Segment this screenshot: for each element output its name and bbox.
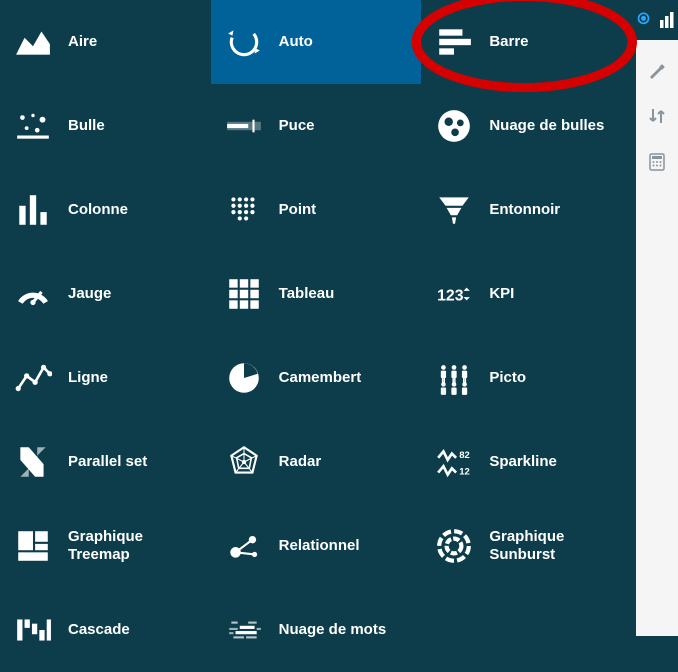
chart-option-label: Radar (279, 453, 322, 471)
chart-option-label: Puce (279, 117, 315, 135)
chart-option-label: Ligne (68, 369, 108, 387)
chart-option-entonnoir[interactable]: Entonnoir (421, 168, 632, 252)
chart-option-sparkline[interactable]: Sparkline (421, 420, 632, 504)
chart-option-tableau[interactable]: Tableau (211, 252, 422, 336)
chart-option-camembert[interactable]: Camembert (211, 336, 422, 420)
chart-option-label: Tableau (279, 285, 335, 303)
rail-top-indicator (636, 0, 678, 40)
chart-option-parallel-set[interactable]: Parallel set (0, 420, 211, 504)
chart-option-nuage-mots[interactable]: Nuage de mots (211, 588, 422, 672)
parallel-set-icon (12, 441, 54, 483)
bubble-icon (12, 105, 54, 147)
treemap-icon (12, 525, 54, 567)
chart-option-label: Nuage de mots (279, 621, 387, 639)
bullet-icon (223, 105, 265, 147)
chart-option-aire[interactable]: Aire (0, 0, 211, 84)
packed-bubble-icon (433, 105, 475, 147)
grid-icon (223, 273, 265, 315)
chart-option-relationnel[interactable]: Relationnel (211, 504, 422, 588)
gauge-icon (12, 273, 54, 315)
chart-option-ligne[interactable]: Ligne (0, 336, 211, 420)
chart-option-label: Point (279, 201, 317, 219)
right-side-rail (636, 0, 678, 636)
chart-rail-icon[interactable] (658, 10, 678, 30)
chart-option-label: Jauge (68, 285, 111, 303)
wordcloud-icon (223, 609, 265, 651)
relational-icon (223, 525, 265, 567)
bar-icon (433, 21, 475, 63)
chart-option-label: Barre (489, 33, 528, 51)
funnel-icon (433, 189, 475, 231)
chart-type-grid: Aire Auto Barre Bulle Puce Nuage de bulles Col… (0, 0, 636, 636)
chart-option-label: Graphique Sunburst (489, 528, 620, 564)
chart-option-sunburst[interactable]: Graphique Sunburst (421, 504, 632, 588)
chart-option-kpi[interactable]: KPI (421, 252, 632, 336)
sort-rail-icon[interactable] (647, 106, 667, 126)
chart-option-label: Relationnel (279, 537, 360, 555)
chart-option-barre[interactable]: Barre (421, 0, 632, 84)
chart-option-point[interactable]: Point (211, 168, 422, 252)
dot-icon (223, 189, 265, 231)
brush-rail-icon[interactable] (647, 60, 667, 80)
chart-option-colonne[interactable]: Colonne (0, 168, 211, 252)
chart-option-cascade[interactable]: Cascade (0, 588, 211, 672)
chart-option-puce[interactable]: Puce (211, 84, 422, 168)
chart-option-radar[interactable]: Radar (211, 420, 422, 504)
chart-option-label: Bulle (68, 117, 105, 135)
chart-option-label: Nuage de bulles (489, 117, 604, 135)
kpi-icon (433, 273, 475, 315)
chart-option-label: Cascade (68, 621, 130, 639)
chart-option-label: Graphique Treemap (68, 528, 199, 564)
chart-option-label: Sparkline (489, 453, 557, 471)
chart-option-label: Auto (279, 33, 313, 51)
chart-option-auto[interactable]: Auto (211, 0, 422, 84)
chart-option-nuage-bulles[interactable]: Nuage de bulles (421, 84, 632, 168)
column-icon (12, 189, 54, 231)
chart-option-label: Colonne (68, 201, 128, 219)
chart-option-label: Aire (68, 33, 97, 51)
chart-option-label: Picto (489, 369, 526, 387)
sunburst-icon (433, 525, 475, 567)
chart-option-bulle[interactable]: Bulle (0, 84, 211, 168)
auto-icon (223, 21, 265, 63)
chart-option-label: Parallel set (68, 453, 147, 471)
chart-option-treemap[interactable]: Graphique Treemap (0, 504, 211, 588)
area-icon (12, 21, 54, 63)
line-icon (12, 357, 54, 399)
pie-icon (223, 357, 265, 399)
chart-option-picto[interactable]: Picto (421, 336, 632, 420)
chart-option-label: KPI (489, 285, 514, 303)
picto-icon (433, 357, 475, 399)
chart-option-label: Camembert (279, 369, 362, 387)
sparkline-icon (433, 441, 475, 483)
chart-option-label: Entonnoir (489, 201, 560, 219)
waterfall-icon (12, 609, 54, 651)
calculator-rail-icon[interactable] (647, 152, 667, 172)
chart-option-jauge[interactable]: Jauge (0, 252, 211, 336)
radar-icon (223, 441, 265, 483)
